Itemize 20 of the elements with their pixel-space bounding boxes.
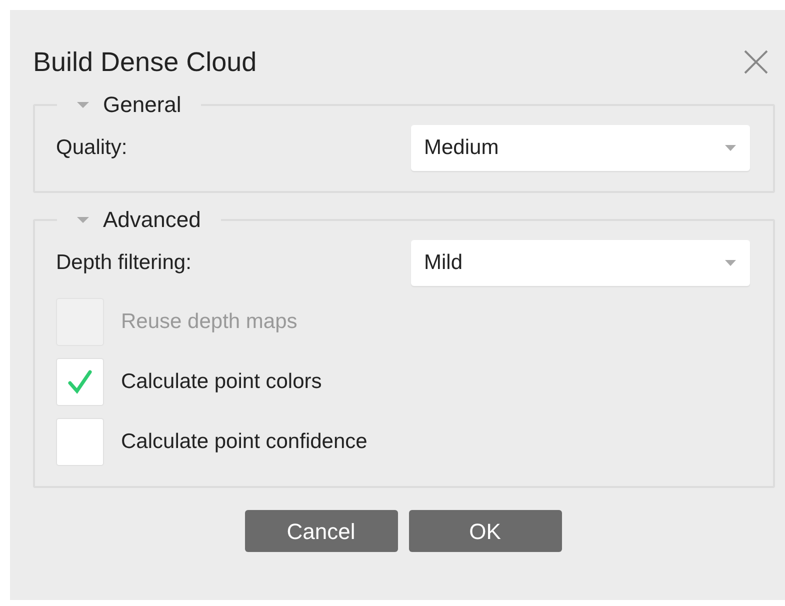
triangle-icon[interactable] bbox=[77, 216, 89, 224]
group-title: General bbox=[103, 91, 182, 119]
dropdown[interactable]: Medium bbox=[411, 125, 750, 171]
window-title: Build Dense Cloud bbox=[33, 46, 257, 79]
triangle-icon[interactable] bbox=[77, 100, 89, 108]
caret-icon bbox=[725, 260, 736, 266]
dialog-button[interactable]: Cancel bbox=[244, 510, 398, 552]
group-title: Advanced bbox=[103, 206, 201, 234]
checkbox-label: Reuse depth maps bbox=[121, 309, 298, 336]
field-label: Depth filtering: bbox=[56, 250, 192, 276]
checkbox-label: Calculate point colors bbox=[121, 369, 322, 396]
caret-icon bbox=[725, 144, 736, 152]
checkbox[interactable] bbox=[56, 418, 104, 466]
dialog-button[interactable]: OK bbox=[408, 510, 562, 552]
dropdown[interactable]: Mild bbox=[411, 240, 750, 286]
checkbox[interactable] bbox=[56, 358, 104, 406]
checkbox-label: Calculate point confidence bbox=[121, 429, 368, 456]
checkmark-icon bbox=[67, 369, 93, 395]
field-label: Quality: bbox=[56, 135, 128, 162]
close-icon[interactable] bbox=[743, 49, 769, 75]
